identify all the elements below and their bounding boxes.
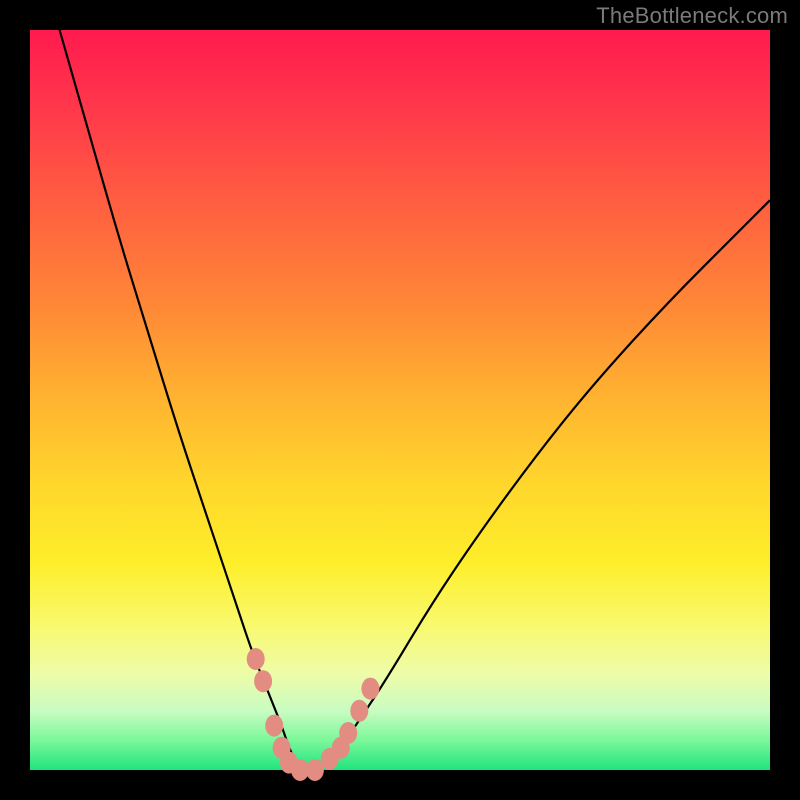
- curve-marker: [254, 670, 272, 692]
- curve-marker: [247, 648, 265, 670]
- curve-marker: [339, 722, 357, 744]
- plot-area: [30, 30, 770, 770]
- bottleneck-curve: [60, 30, 770, 770]
- chart-frame: TheBottleneck.com: [0, 0, 800, 800]
- curve-svg: [30, 30, 770, 770]
- marker-group: [247, 648, 380, 781]
- curve-marker: [361, 678, 379, 700]
- watermark-text: TheBottleneck.com: [596, 3, 788, 29]
- curve-marker: [265, 715, 283, 737]
- curve-marker: [350, 700, 368, 722]
